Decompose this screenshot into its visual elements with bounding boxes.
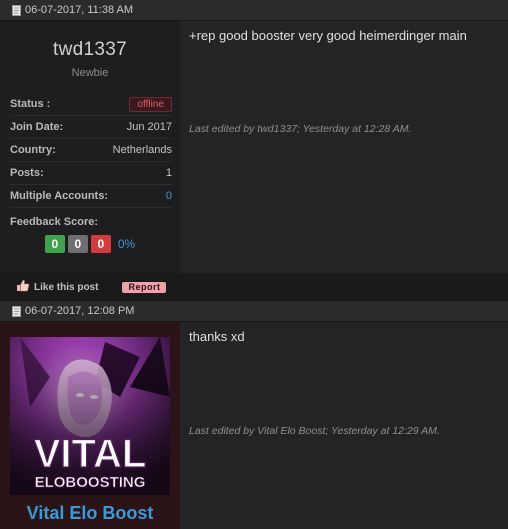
edited-note: Last edited by Vital Elo Boost; Yesterda… [189,425,440,437]
posts-label: Posts: [10,167,44,179]
multiple-accounts-label: Multiple Accounts: [10,190,108,202]
post: VITAL ELOBOOSTING Vital Elo Boost thanks… [0,322,508,529]
feedback-positive[interactable]: 0 [44,235,65,253]
post-message: +rep good booster very good heimerdinger… [189,28,467,43]
banner-title: VITAL [34,432,147,476]
report-button[interactable]: Report [122,281,167,293]
join-date-row: Join Date: Jun 2017 [10,116,172,139]
user-info: Status : offline Join Date: Jun 2017 Cou… [10,93,172,208]
banner-subtitle: ELOBOOSTING [35,474,146,491]
post-content: +rep good booster very good heimerdinger… [180,21,508,273]
like-button[interactable]: Like this post [16,279,98,295]
posts-row: Posts: 1 [10,162,172,185]
user-sidebar: twd1337 Newbie Status : offline Join Dat… [0,21,180,273]
country-row: Country: Netherlands [10,139,172,162]
post-message: thanks xd [189,329,245,344]
post-date: 06-07-2017, 11:38 AM [25,4,134,16]
status-label: Status : [10,98,51,110]
post: twd1337 Newbie Status : offline Join Dat… [0,21,508,273]
feedback-percent[interactable]: 0% [118,237,135,251]
user-title: Newbie [71,67,109,79]
user-sidebar: VITAL ELOBOOSTING Vital Elo Boost [0,322,180,529]
post-content: thanks xd Last edited by Vital Elo Boost… [180,322,508,529]
like-label: Like this post [34,281,99,293]
post-footer: Like this post Report [0,273,508,301]
vital-elo-banner-image: VITAL ELOBOOSTING [10,337,170,495]
join-date-label: Join Date: [10,121,64,133]
username[interactable]: Vital Elo Boost [0,503,180,524]
status-badge: offline [129,96,172,112]
posts-value: 1 [165,167,172,179]
post-header: 06-07-2017, 12:08 PM [0,301,508,322]
feedback-score: 0 0 0 0% [0,235,180,253]
username[interactable]: twd1337 [0,21,180,61]
user-avatar[interactable]: VITAL ELOBOOSTING [10,337,170,495]
country-value: Netherlands [112,144,172,156]
post-date: 06-07-2017, 12:08 PM [25,305,135,317]
edited-note: Last edited by twd1337; Yesterday at 12:… [189,123,412,135]
feedback-label: Feedback Score: [10,216,99,228]
feedback-neutral[interactable]: 0 [67,235,88,253]
country-label: Country: [10,144,56,156]
multiple-accounts-value[interactable]: 0 [166,190,172,202]
join-date-value: Jun 2017 [126,121,172,133]
document-icon [12,4,21,16]
status-row: Status : offline [10,93,172,116]
multiple-accounts-row: Multiple Accounts: 0 [10,185,172,208]
thumbs-up-icon [16,279,30,295]
feedback-negative[interactable]: 0 [90,235,111,253]
post-header: 06-07-2017, 11:38 AM [0,0,508,21]
document-icon [12,305,21,317]
